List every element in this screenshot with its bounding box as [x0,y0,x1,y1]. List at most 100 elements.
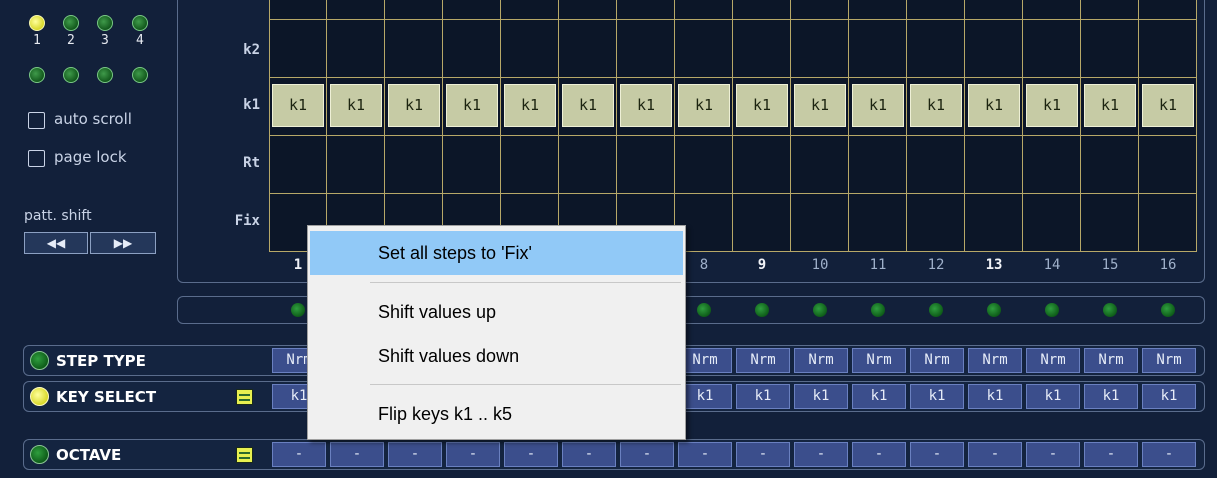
k1-step-cell[interactable]: k1 [1026,84,1078,127]
grid-cell[interactable] [501,136,559,194]
grid-cell[interactable] [443,0,501,20]
grid-cell[interactable] [327,0,385,20]
k1-step-cell[interactable]: k1 [910,84,962,127]
grid-cell[interactable] [1081,20,1139,78]
grid-cell[interactable] [1023,194,1081,252]
octave-value-button[interactable]: - [504,442,558,467]
k1-step-cell[interactable]: k1 [968,84,1020,127]
octave-value-button[interactable]: - [620,442,674,467]
octave-value-button[interactable]: - [968,442,1022,467]
grid-cell[interactable] [501,0,559,20]
octave-value-button[interactable]: - [852,442,906,467]
grid-cell[interactable] [849,0,907,20]
octave-value-button[interactable]: - [678,442,732,467]
menu-item-flip-keys[interactable]: Flip keys k1 .. k5 [310,392,683,436]
grid-cell[interactable] [385,20,443,78]
octave-value-button[interactable]: - [330,442,384,467]
menu-item-shift-up[interactable]: Shift values up [310,290,683,334]
step-type-value-button[interactable]: Nrm [794,348,848,373]
key-select-value-button[interactable]: k1 [1084,384,1138,409]
grid-cell[interactable] [791,0,849,20]
grid-cell[interactable] [965,0,1023,20]
grid-cell[interactable] [965,136,1023,194]
key-select-value-button[interactable]: k1 [736,384,790,409]
grid-cell[interactable] [733,0,791,20]
octave-value-button[interactable]: - [562,442,616,467]
grid-cell[interactable] [617,0,675,20]
octave-value-button[interactable]: - [910,442,964,467]
octave-value-button[interactable]: - [1084,442,1138,467]
pattern-led-6[interactable] [63,67,79,83]
key-select-value-button[interactable]: k1 [678,384,732,409]
k1-step-cell[interactable]: k1 [678,84,730,127]
step-type-value-button[interactable]: Nrm [1084,348,1138,373]
grid-cell[interactable] [617,20,675,78]
grid-cell[interactable] [791,20,849,78]
grid-cell[interactable] [1081,0,1139,20]
octave-value-button[interactable]: - [1026,442,1080,467]
grid-cell[interactable] [559,20,617,78]
grid-cell[interactable] [675,136,733,194]
k1-step-cell[interactable]: k1 [330,84,382,127]
key-select-value-button[interactable]: k1 [1026,384,1080,409]
pattern-led-7[interactable] [97,67,113,83]
pattern-led-8[interactable] [132,67,148,83]
grid-cell[interactable] [965,20,1023,78]
key-select-value-button[interactable]: k1 [794,384,848,409]
key-select-value-button[interactable]: k1 [910,384,964,409]
step-type-value-button[interactable]: Nrm [1026,348,1080,373]
k1-step-cell[interactable]: k1 [388,84,440,127]
grid-cell[interactable] [327,20,385,78]
grid-cell[interactable] [327,136,385,194]
grid-cell[interactable] [907,0,965,20]
step-type-value-button[interactable]: Nrm [910,348,964,373]
octave-value-button[interactable]: - [446,442,500,467]
step-type-value-button[interactable]: Nrm [678,348,732,373]
grid-cell[interactable] [443,136,501,194]
grid-cell[interactable] [1023,136,1081,194]
grid-cell[interactable] [385,136,443,194]
octave-value-button[interactable]: - [272,442,326,467]
grid-cell[interactable] [1081,136,1139,194]
k1-step-cell[interactable]: k1 [562,84,614,127]
grid-cell[interactable] [1139,136,1197,194]
grid-cell[interactable] [385,0,443,20]
grid-cell[interactable] [617,136,675,194]
key-select-value-button[interactable]: k1 [1142,384,1196,409]
grid-cell[interactable] [1139,194,1197,252]
k1-step-cell[interactable]: k1 [1142,84,1194,127]
grid-cell[interactable] [1139,20,1197,78]
grid-cell[interactable] [269,20,327,78]
octave-value-button[interactable]: - [388,442,442,467]
grid-cell[interactable] [675,0,733,20]
auto-scroll-checkbox[interactable] [28,112,45,129]
pattern-led-1[interactable] [29,15,45,31]
step-type-value-button[interactable]: Nrm [968,348,1022,373]
grid-cell[interactable] [791,194,849,252]
grid-cell[interactable] [269,136,327,194]
k1-step-cell[interactable]: k1 [620,84,672,127]
menu-item-shift-down[interactable]: Shift values down [310,334,683,378]
step-grid[interactable]: k1 k1 k1 k1 k1 k1 k1 k1 k1 k1 k1 k1 k1 k1 k1 k1 [269,0,1197,252]
step-type-led[interactable] [30,351,49,370]
grid-cell[interactable] [1023,0,1081,20]
pattern-led-2[interactable] [63,15,79,31]
list-icon[interactable] [236,389,253,405]
grid-cell[interactable] [733,194,791,252]
k1-step-cell[interactable]: k1 [852,84,904,127]
k1-step-cell[interactable]: k1 [736,84,788,127]
grid-cell[interactable] [1081,194,1139,252]
pattern-led-5[interactable] [29,67,45,83]
grid-cell[interactable] [1023,20,1081,78]
grid-cell[interactable] [849,20,907,78]
grid-cell[interactable] [849,136,907,194]
menu-item-set-all-fix[interactable]: Set all steps to 'Fix' [310,231,683,275]
grid-cell[interactable] [733,136,791,194]
octave-value-button[interactable]: - [736,442,790,467]
octave-value-button[interactable]: - [1142,442,1196,467]
shift-left-button[interactable]: ◀◀ [24,232,88,254]
step-type-value-button[interactable]: Nrm [852,348,906,373]
key-select-value-button[interactable]: k1 [852,384,906,409]
grid-cell[interactable] [675,20,733,78]
grid-cell[interactable] [501,20,559,78]
